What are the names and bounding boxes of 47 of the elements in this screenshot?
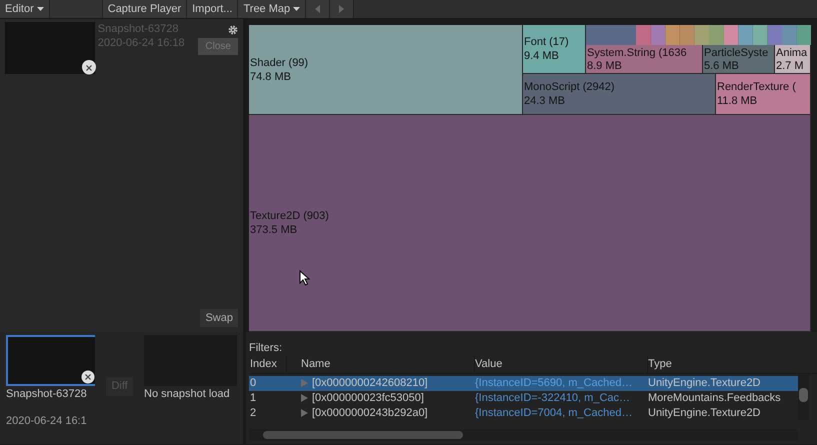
table-cell-text: [0x000000023fc53050] [312,390,424,406]
table-cell-text: [0x0000000243b292a0] [312,406,428,421]
forward-button[interactable] [330,0,354,18]
view-dropdown[interactable]: Tree Map [238,0,306,18]
snapshot-thumbnail[interactable] [5,22,95,74]
right-arrow-icon [339,5,344,13]
remove-icon[interactable] [82,60,96,74]
treemap-cell[interactable]: Shader (99) 74.8 MB [249,25,523,115]
toolbar-button[interactable]: Import... [187,0,238,18]
table-cell-text: UnityEngine.Texture2D [648,376,762,391]
column-header[interactable]: Index [249,356,287,373]
cursor-icon [299,270,310,286]
vertical-scrollbar[interactable] [798,374,809,420]
snapshot-thumbnail[interactable] [6,335,96,386]
left-arrow-icon [315,5,320,13]
back-button[interactable] [306,0,330,18]
treemap-cell[interactable]: Anima 2.7 M [775,45,811,74]
table-cell-text: 0 [249,376,258,391]
table-cell-text: 2 [249,406,258,421]
treemap-cell[interactable]: System.String (1636 8.9 MB [586,45,703,74]
table-cell-text: {InstanceID=-322410, m_Cac… [475,390,632,406]
toolbar-button[interactable]: Capture Player [102,0,188,18]
table-cell-text: UnityEngine.Texture2D [648,406,762,421]
table-row[interactable]: 1 [0x000000023fc53050] {InstanceID=-322410, m_Cac… MoreMountains.Feedbacks [249,390,798,406]
snapshot-date: 2020-06-24 16:1 [6,414,88,428]
caret-icon [293,7,300,11]
editor-dropdown[interactable]: Editor [0,0,50,18]
treemap-cell[interactable]: Font (17) 9.4 MB [523,25,586,74]
column-header[interactable]: Type [648,356,798,373]
table-row[interactable]: 2 [0x0000000243b292a0] {InstanceID=7004, m_Cached… UnityEngine.Texture2D [249,406,798,420]
table-row[interactable]: 0 [0x0000000242608210] {InstanceID=5690, m_Cached… UnityEngine.Texture2D [249,376,798,390]
empty-snapshot-label: No snapshot load [144,387,231,402]
table-cell-text: 1 [249,390,258,406]
column-header[interactable]: Value [475,356,648,373]
column-header[interactable]: Name [287,356,475,373]
treemap-cell[interactable]: RenderTexture ( 11.8 MB [716,74,811,115]
caret-icon [36,7,44,11]
snapshot-name: Snapshot-63728 [6,387,88,402]
table-cell-text: [0x0000000242608210] [312,376,428,391]
filters-label: Filters: [249,341,283,356]
table-cell-text: {InstanceID=5690, m_Cached… [475,376,634,391]
remove-icon[interactable] [81,369,95,383]
horizontal-scrollbar[interactable] [249,428,798,440]
table-cell-text: {InstanceID=7004, m_Cached… [475,406,634,421]
swap-button[interactable]: Swap [200,308,238,327]
table-cell-text: MoreMountains.Feedbacks [648,390,782,406]
settings-icon[interactable] [228,25,238,35]
